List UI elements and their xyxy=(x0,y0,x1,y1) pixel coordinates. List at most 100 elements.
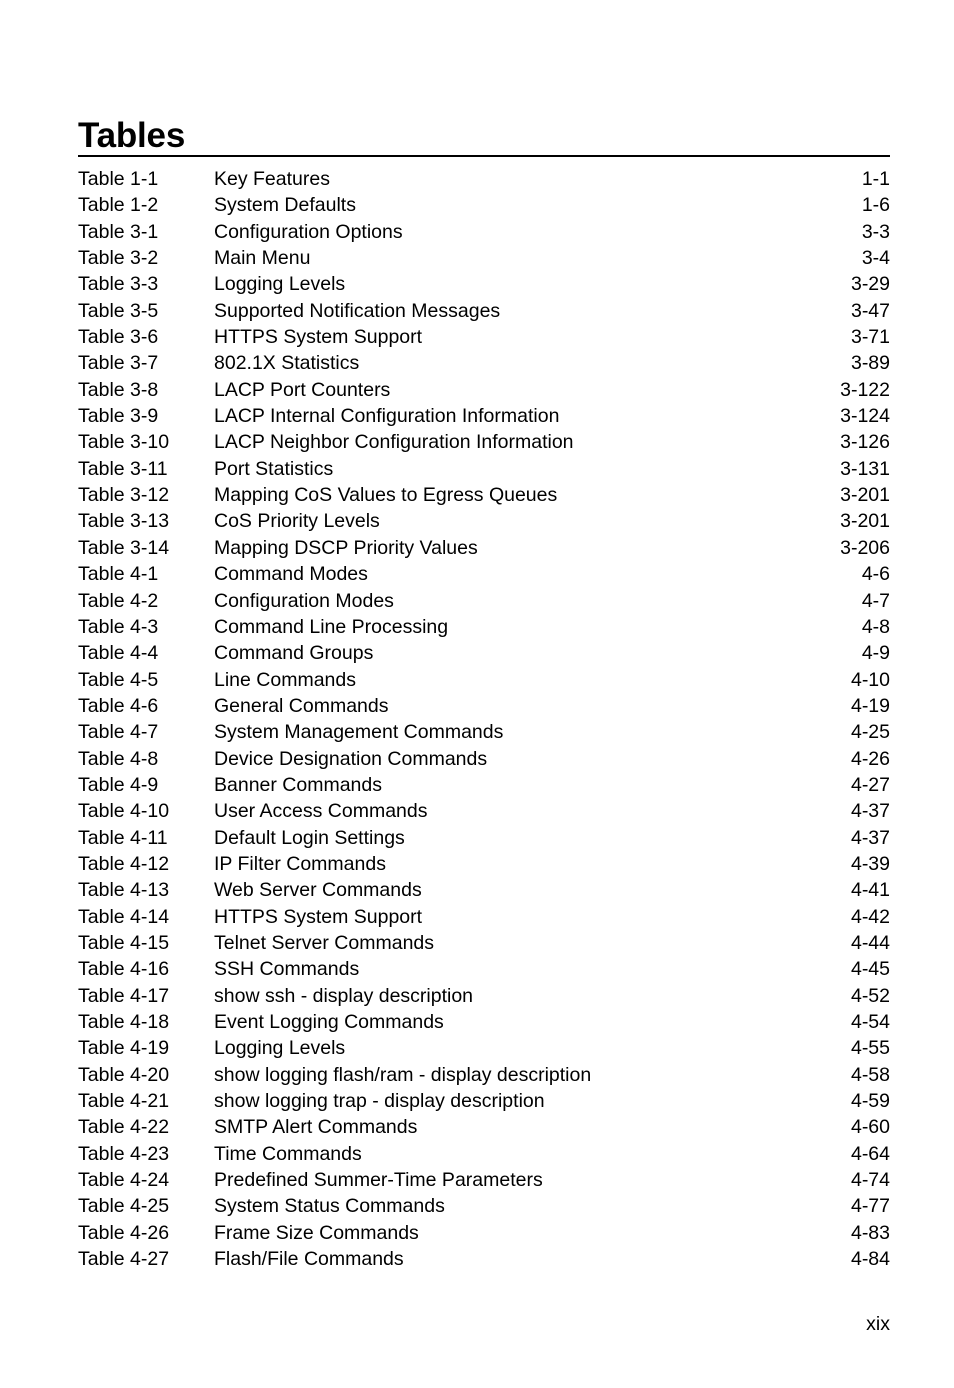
toc-entry-title: LACP Neighbor Configuration Information xyxy=(214,431,574,454)
toc-entry-label: Table 4-23 xyxy=(78,1142,170,1165)
toc-entry-page-number: 4-6 xyxy=(861,563,890,586)
toc-entry-page-number: 3-47 xyxy=(850,299,890,322)
toc-entry[interactable]: Table 3-10 LACP Neighbor Configuration In… xyxy=(78,429,890,455)
toc-entry[interactable]: Table 3-9 LACP Internal Configuration Inf… xyxy=(78,403,890,429)
toc-entry-title: show ssh - display description xyxy=(214,984,474,1007)
toc-entry-title: SMTP Alert Commands xyxy=(214,1116,418,1139)
toc-entry-page-number: 4-9 xyxy=(861,642,890,665)
toc-entry[interactable]: Table 4-6 General Commands 4-19 xyxy=(78,693,890,719)
toc-entry-title: CoS Priority Levels xyxy=(214,510,380,533)
toc-entry[interactable]: Table 4-11 Default Login Settings 4-37 xyxy=(78,825,890,851)
toc-entry-page-number: 4-74 xyxy=(850,1169,890,1192)
toc-entry-page-number: 1-1 xyxy=(861,168,890,190)
toc-entry-page-number: 4-64 xyxy=(850,1142,890,1165)
toc-entry[interactable]: Table 4-13 Web Server Commands 4-41 xyxy=(78,877,890,903)
toc-entry-label: Table 4-12 xyxy=(78,852,170,875)
toc-entry-label: Table 4-17 xyxy=(78,984,170,1007)
toc-entry[interactable]: Table 4-1 Command Modes 4-6 xyxy=(78,561,890,587)
toc-entry[interactable]: Table 1-1 Key Features 1-1 xyxy=(78,166,890,192)
toc-entry[interactable]: Table 4-2 Configuration Modes 4-7 xyxy=(78,588,890,614)
toc-entry-title: System Defaults xyxy=(214,194,356,217)
toc-entry-label: Table 1-1 xyxy=(78,168,159,190)
toc-entry-page-number: 1-6 xyxy=(861,194,890,217)
document-page: Tables Table 1-1 Key Features 1-1 Table 1-2… xyxy=(0,0,954,1388)
toc-entry-title: Flash/File Commands xyxy=(214,1248,404,1271)
toc-entry[interactable]: Table 4-18 Event Logging Commands 4-54 xyxy=(78,1009,890,1035)
toc-entry-title: Supported Notification Messages xyxy=(214,299,501,322)
toc-entry-label: Table 3-8 xyxy=(78,378,159,401)
toc-entry[interactable]: Table 4-10 User Access Commands 4-37 xyxy=(78,798,890,824)
toc-entry-title: 802.1X Statistics xyxy=(214,352,360,375)
toc-entry-page-number: 3-3 xyxy=(861,220,890,243)
toc-entry-label: Table 4-26 xyxy=(78,1221,170,1244)
toc-entry[interactable]: Table 3-3 Logging Levels 3-29 xyxy=(78,271,890,297)
toc-entry-label: Table 3-2 xyxy=(78,247,159,270)
toc-entry-label: Table 4-15 xyxy=(78,931,170,954)
toc-entry[interactable]: Table 4-24 Predefined Summer-Time Paramet… xyxy=(78,1167,890,1193)
toc-entry[interactable]: Table 4-4 Command Groups 4-9 xyxy=(78,640,890,666)
toc-entry[interactable]: Table 4-8 Device Designation Commands 4-26 xyxy=(78,746,890,772)
toc-entry-title: System Management Commands xyxy=(214,721,504,744)
toc-entry[interactable]: Table 4-15 Telnet Server Commands 4-44 xyxy=(78,930,890,956)
toc-entry-page-number: 3-89 xyxy=(850,352,890,375)
toc-entry-title: Frame Size Commands xyxy=(214,1221,419,1244)
toc-entry[interactable]: Table 4-5 Line Commands 4-10 xyxy=(78,667,890,693)
toc-entry-page-number: 4-25 xyxy=(850,721,890,744)
toc-entry[interactable]: Table 4-21 show logging trap - display de… xyxy=(78,1088,890,1114)
toc-entry-page-number: 3-201 xyxy=(840,484,890,507)
toc-entry-title: IP Filter Commands xyxy=(214,852,386,875)
toc-entry[interactable]: Table 4-12 IP Filter Commands 4-39 xyxy=(78,851,890,877)
toc-entry-title: Command Modes xyxy=(214,563,368,586)
toc-entry-page-number: 4-83 xyxy=(850,1221,890,1244)
toc-entry-title: Configuration Options xyxy=(214,220,403,243)
toc-entry[interactable]: Table 3-11 Port Statistics 3-131 xyxy=(78,456,890,482)
toc-entry-label: Table 4-9 xyxy=(78,773,159,796)
toc-entry-page-number: 4-37 xyxy=(850,826,890,849)
toc-entry[interactable]: Table 4-23 Time Commands 4-64 xyxy=(78,1141,890,1167)
toc-entry[interactable]: Table 3-1 Configuration Options 3-3 xyxy=(78,219,890,245)
toc-entry-title: Device Designation Commands xyxy=(214,747,488,770)
toc-entry-title: show logging trap - display description xyxy=(214,1090,545,1113)
toc-entry-title: Command Groups xyxy=(214,642,374,665)
toc-entry[interactable]: Table 4-27 Flash/File Commands 4-84 xyxy=(78,1246,890,1272)
toc-entry-label: Table 4-16 xyxy=(78,958,170,981)
toc-entry-page-number: 4-45 xyxy=(850,958,890,981)
toc-entry-page-number: 4-54 xyxy=(850,1011,890,1033)
toc-entry[interactable]: Table 1-2 System Defaults 1-6 xyxy=(78,192,890,218)
toc-entry-page-number: 4-58 xyxy=(850,1063,890,1086)
toc-entry[interactable]: Table 4-20 show logging flash/ram - displ… xyxy=(78,1062,890,1088)
toc-entry-title: User Access Commands xyxy=(214,800,428,823)
toc-entry[interactable]: Table 4-22 SMTP Alert Commands 4-60 xyxy=(78,1114,890,1140)
toc-entry-label: Table 4-24 xyxy=(78,1169,170,1192)
toc-entry-title: Telnet Server Commands xyxy=(214,931,435,954)
toc-entry-title: Event Logging Commands xyxy=(214,1011,444,1033)
toc-entry[interactable]: Table 4-3 Command Line Processing 4-8 xyxy=(78,614,890,640)
list-of-tables: Table 1-1 Key Features 1-1 Table 1-2 System … xyxy=(78,166,890,1272)
toc-entry-label: Table 4-21 xyxy=(78,1090,170,1113)
toc-entry[interactable]: Table 3-6 HTTPS System Support 3-71 xyxy=(78,324,890,350)
toc-entry-label: Table 4-20 xyxy=(78,1063,170,1086)
toc-entry-page-number: 3-122 xyxy=(840,378,890,401)
toc-entry-page-number: 3-124 xyxy=(840,405,890,428)
toc-entry-title: Port Statistics xyxy=(214,457,334,480)
toc-entry[interactable]: Table 4-14 HTTPS System Support 4-42 xyxy=(78,904,890,930)
toc-entry[interactable]: Table 3-14 Mapping DSCP Priority Values 3-… xyxy=(78,535,890,561)
toc-entry[interactable]: Table 3-2 Main Menu 3-4 xyxy=(78,245,890,271)
toc-entry[interactable]: Table 4-16 SSH Commands 4-45 xyxy=(78,956,890,982)
toc-entry[interactable]: Table 4-19 Logging Levels 4-55 xyxy=(78,1035,890,1061)
toc-entry[interactable]: Table 4-26 Frame Size Commands 4-83 xyxy=(78,1220,890,1246)
toc-entry[interactable]: Table 3-12 Mapping CoS Values to Egress Q… xyxy=(78,482,890,508)
toc-entry-page-number: 4-41 xyxy=(850,879,890,902)
toc-entry[interactable]: Table 3-13 CoS Priority Levels 3-201 xyxy=(78,508,890,534)
toc-entry[interactable]: Table 3-5 Supported Notification Messages… xyxy=(78,298,890,324)
toc-entry-page-number: 4-52 xyxy=(850,984,890,1007)
toc-entry[interactable]: Table 3-8 LACP Port Counters 3-122 xyxy=(78,377,890,403)
toc-entry[interactable]: Table 4-17 show ssh - display description… xyxy=(78,983,890,1009)
toc-entry-label: Table 4-6 xyxy=(78,694,159,717)
toc-entry[interactable]: Table 3-7 802.1X Statistics 3-89 xyxy=(78,350,890,376)
toc-entry[interactable]: Table 4-7 System Management Commands 4-25 xyxy=(78,719,890,745)
toc-entry-label: Table 4-2 xyxy=(78,589,159,612)
toc-entry[interactable]: Table 4-25 System Status Commands 4-77 xyxy=(78,1193,890,1219)
toc-entry-title: HTTPS System Support xyxy=(214,905,423,928)
toc-entry[interactable]: Table 4-9 Banner Commands 4-27 xyxy=(78,772,890,798)
